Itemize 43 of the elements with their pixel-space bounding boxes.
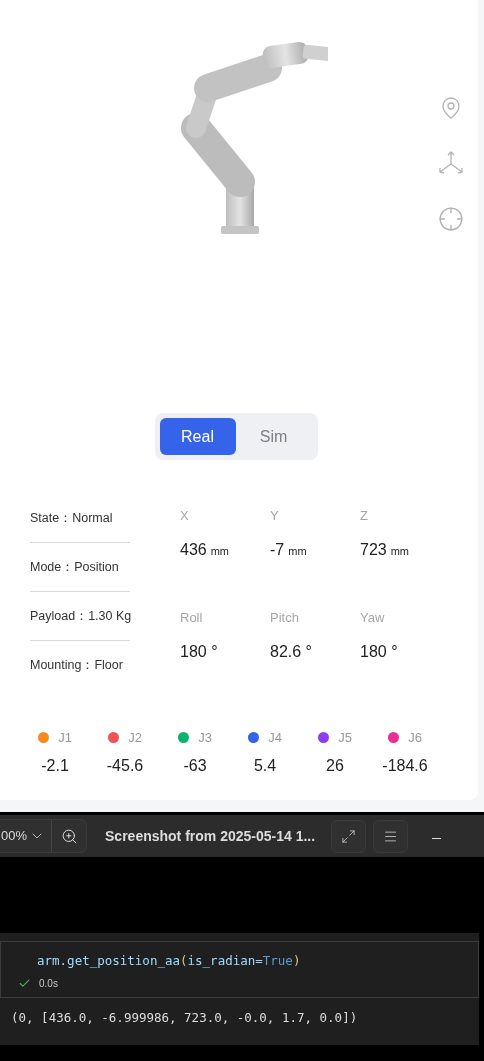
pose-label: Pitch	[270, 609, 300, 627]
zoom-in-icon	[60, 827, 78, 845]
pose-label: Yaw	[360, 609, 386, 627]
mode-tab[interactable]: Sim	[235, 418, 312, 455]
status-text: Mounting：Floor	[30, 657, 123, 675]
pose-label: X	[180, 507, 190, 525]
pose-value: -7 mm	[270, 539, 308, 560]
status-text: Mode：Position	[30, 558, 119, 576]
pose-value: 82.6 °	[270, 641, 313, 662]
pose-label: Y	[270, 507, 280, 525]
pose-value: 180 °	[360, 641, 399, 662]
fullscreen-button[interactable]	[331, 819, 367, 853]
joint-label: J4	[268, 729, 282, 747]
axes-icon[interactable]	[437, 150, 465, 176]
minimize-icon[interactable]	[432, 837, 442, 839]
joint-value: -2.1	[41, 755, 69, 776]
menu-icon	[383, 828, 399, 844]
mode-tab[interactable]: Real	[159, 418, 236, 455]
joint-value: -63	[183, 755, 207, 776]
cell-output: (0, [436.0, -6.999986, 723.0, -0.0, 1.7, 0.0])	[11, 1009, 359, 1027]
window-title: Screenshot from 2025-05-14 1...	[105, 826, 316, 846]
joint-label: J1	[58, 729, 72, 747]
crosshair-icon[interactable]	[438, 206, 464, 232]
joint-label: J2	[128, 729, 142, 747]
pose-value: 180 °	[180, 641, 219, 662]
joint-label: J6	[408, 729, 422, 747]
pose-value: 436 mm	[180, 539, 231, 560]
pose-label: Z	[360, 507, 369, 525]
joint-value: 5.4	[253, 755, 277, 776]
joint-value: 26	[326, 755, 344, 776]
expand-icon	[341, 828, 357, 844]
pose-label: Roll	[180, 609, 204, 627]
joint-value: -184.6	[382, 755, 428, 776]
joint-label: J3	[198, 729, 212, 747]
location-pin-icon[interactable]	[439, 96, 463, 120]
pose-value: 723 mm	[360, 539, 411, 560]
joint-label: J5	[338, 729, 352, 747]
joint-value: -45.6	[106, 755, 144, 776]
run-duration: 0.0s	[39, 976, 58, 991]
menu-button[interactable]	[373, 819, 409, 853]
status-text: State：Normal	[30, 509, 113, 527]
status-text: Payload：1.30 Kg	[30, 607, 132, 625]
code-line: arm.get_position_aa(is_radian=True)	[37, 952, 302, 970]
